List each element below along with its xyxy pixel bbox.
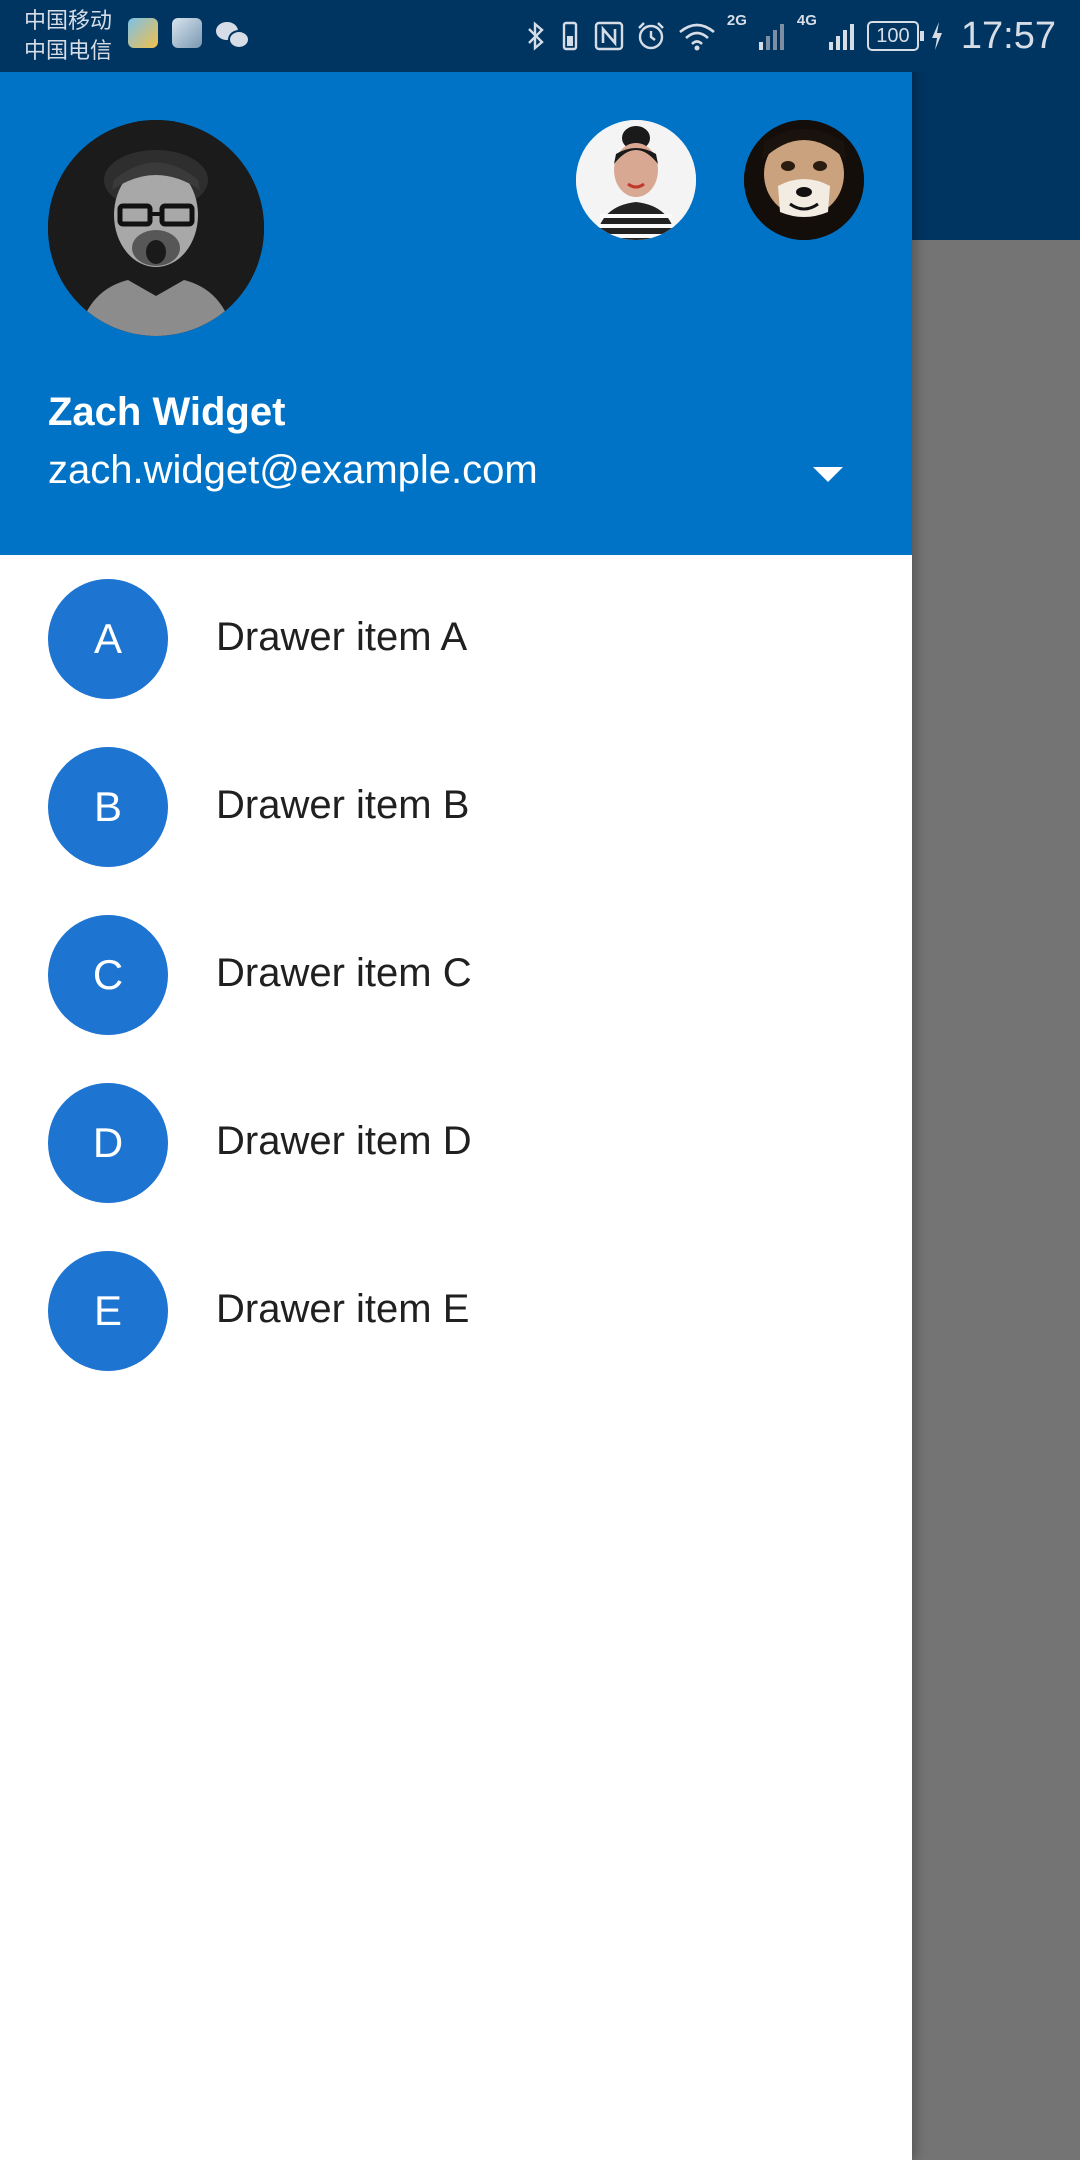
alarm-icon [638,22,664,50]
notification-icons [128,18,250,49]
drawer-item-c[interactable]: C Drawer item C [0,891,912,1059]
drawer-item-e[interactable]: E Drawer item E [0,1227,912,1395]
battery-icon: 100 [866,21,924,51]
nfc-icon [594,21,624,51]
drawer-item-label: Drawer item A [216,615,468,659]
carrier-2: 中国电信 [24,38,113,63]
vibrate-icon [562,21,578,51]
account-email: zach.widget@example.com [48,448,538,492]
wechat-icon [216,18,250,49]
account-switcher-button[interactable] [800,450,856,498]
drawer-item-label: Drawer item B [216,783,470,827]
bluetooth-icon [528,21,544,51]
current-account-avatar[interactable] [48,120,264,336]
network-2g-label: 2G [726,12,747,29]
item-letter-avatar: E [48,1251,168,1371]
drawer-item-label: Drawer item E [216,1287,470,1331]
drawer-header: Zach Widget zach.widget@example.com [0,72,912,555]
account-name: Zach Widget [48,390,286,434]
drawer-item-a[interactable]: A Drawer item A [0,555,912,723]
app-box-icon [128,18,158,48]
account-photo [576,120,696,240]
drawer-item-d[interactable]: D Drawer item D [0,1059,912,1227]
arrow-drop-down-icon [813,466,843,482]
drawer-item-label: Drawer item C [216,951,472,995]
item-letter-avatar: C [48,915,168,1035]
carrier-info: 中国移动 中国电信 [24,6,112,66]
signal-4g-icon [828,24,854,50]
item-letter-avatar: D [48,1083,168,1203]
screen: 中国移动 中国电信 2G 4G 100 17:57 Zach Widget za… [0,0,1080,2160]
charging-icon [931,22,942,50]
network-4g-label: 4G [796,12,817,29]
other-account-avatar-1[interactable] [576,120,696,240]
item-letter-avatar: A [48,579,168,699]
signal-2g-icon [758,24,784,50]
reader-app-icon [172,18,202,48]
wifi-icon [679,23,715,51]
other-account-avatar-2[interactable] [744,120,864,240]
battery-level: 100 [876,24,910,47]
status-bar: 中国移动 中国电信 2G 4G 100 17:57 [0,0,1080,72]
carrier-1: 中国移动 [24,8,113,33]
navigation-drawer: Zach Widget zach.widget@example.com A Dr… [0,0,912,2160]
drawer-item-list: A Drawer item A B Drawer item B C Drawer… [0,555,912,1395]
drawer-item-b[interactable]: B Drawer item B [0,723,912,891]
system-icons: 2G 4G 100 17:57 [525,12,1056,60]
account-photo [744,120,864,240]
status-clock: 17:57 [960,14,1056,57]
item-letter-avatar: B [48,747,168,867]
drawer-item-label: Drawer item D [216,1119,472,1163]
account-photo [48,120,264,336]
